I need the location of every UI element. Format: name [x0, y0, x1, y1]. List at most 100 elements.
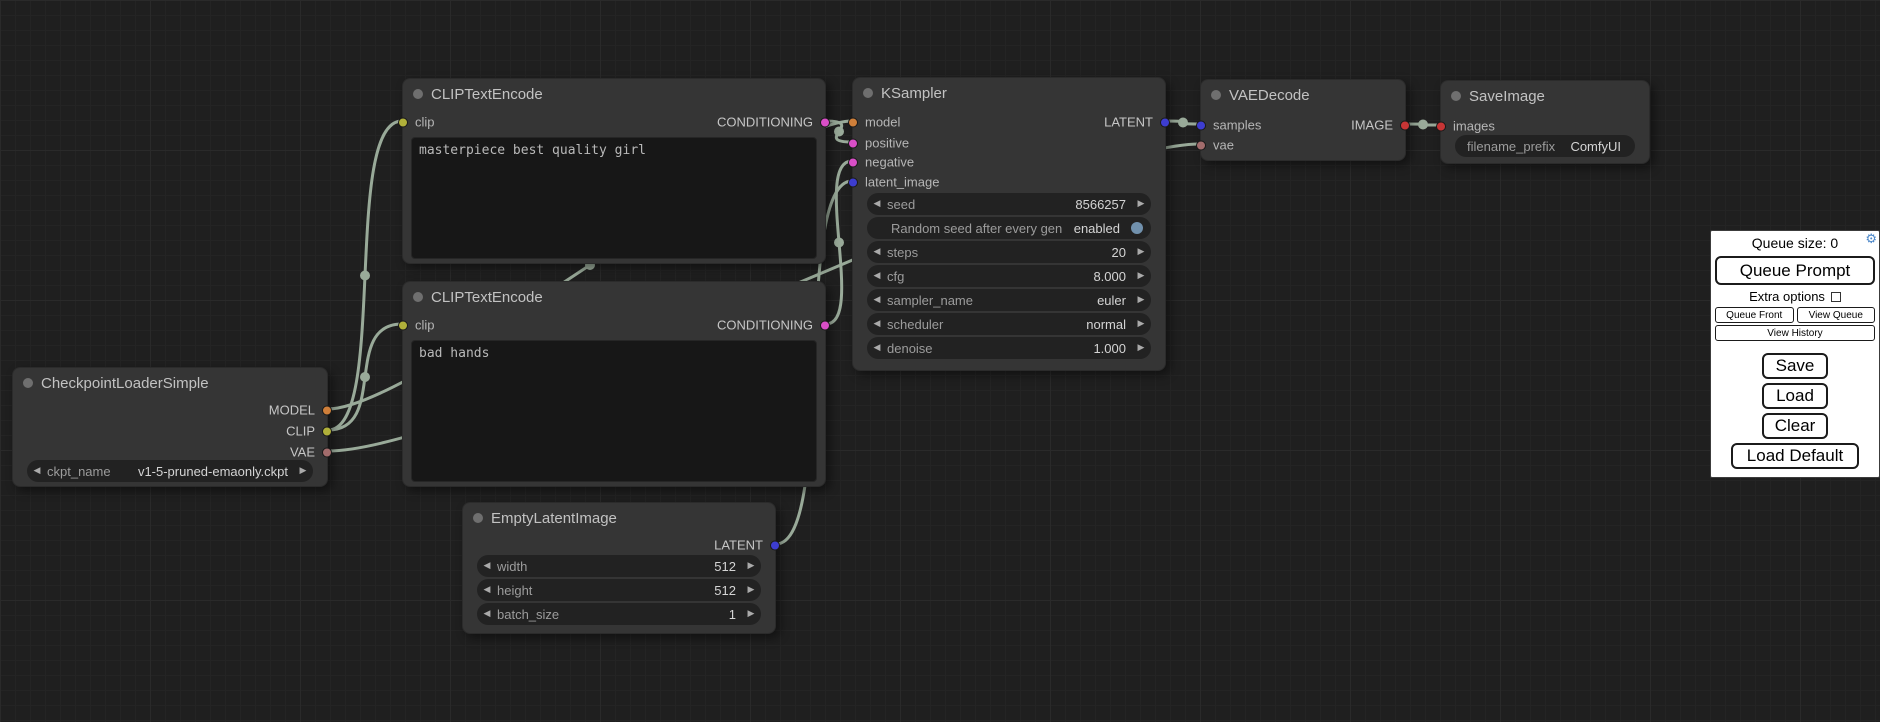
input-slot-positive[interactable]: positive [848, 136, 909, 151]
node-checkpoint-loader-simple[interactable]: CheckpointLoaderSimple MODEL CLIP VAE ◀ … [12, 367, 328, 487]
link-midpoint-dot[interactable] [834, 127, 844, 137]
view-queue-button[interactable]: View Queue [1797, 307, 1876, 323]
widget-cfg[interactable]: ◀ cfg 8.000 ▶ [867, 265, 1151, 287]
decrement-arrow-icon[interactable]: ◀ [477, 609, 497, 619]
input-slot-clip[interactable]: clip [398, 115, 435, 130]
output-slot-image[interactable]: IMAGE [1351, 118, 1410, 133]
node-title-bar[interactable]: CLIPTextEncode [403, 79, 825, 109]
increment-arrow-icon[interactable]: ▶ [741, 609, 761, 619]
input-slot-images[interactable]: images [1436, 119, 1495, 134]
collapse-dot-icon[interactable] [863, 88, 873, 98]
node-save-image[interactable]: SaveImage images filename_prefix ComfyUI [1440, 80, 1650, 164]
seed-toggle-icon[interactable] [1131, 222, 1143, 234]
widget-sampler-name[interactable]: ◀ sampler_name euler ▶ [867, 289, 1151, 311]
link-midpoint-dot[interactable] [1178, 118, 1188, 128]
input-slot-latent-image[interactable]: latent_image [848, 175, 939, 190]
widget-seed[interactable]: ◀ seed 8566257 ▶ [867, 193, 1151, 215]
decrement-arrow-icon[interactable]: ◀ [477, 561, 497, 571]
clip-input-dot[interactable] [398, 320, 408, 330]
conditioning-input-dot[interactable] [848, 157, 858, 167]
graph-canvas[interactable]: CheckpointLoaderSimple MODEL CLIP VAE ◀ … [0, 0, 1880, 722]
node-empty-latent-image[interactable]: EmptyLatentImage LATENT ◀ width 512 ▶ ◀ … [462, 502, 776, 634]
input-slot-clip[interactable]: clip [398, 318, 435, 333]
increment-arrow-icon[interactable]: ▶ [741, 585, 761, 595]
model-input-dot[interactable] [848, 117, 858, 127]
widget-batch-size[interactable]: ◀ batch_size 1 ▶ [477, 603, 761, 625]
settings-gear-icon[interactable]: ⚙ [1865, 233, 1877, 246]
queue-front-button[interactable]: Queue Front [1715, 307, 1794, 323]
node-ksampler[interactable]: KSampler model positive negative latent_… [852, 77, 1166, 371]
latent-output-dot[interactable] [770, 540, 780, 550]
prompt-textarea[interactable]: bad hands [411, 340, 817, 482]
decrement-arrow-icon[interactable]: ◀ [867, 271, 887, 281]
widget-filename-prefix[interactable]: filename_prefix ComfyUI [1455, 135, 1635, 157]
queue-prompt-button[interactable]: Queue Prompt [1715, 256, 1875, 285]
node-title-bar[interactable]: SaveImage [1441, 81, 1649, 111]
clear-button[interactable]: Clear [1762, 413, 1828, 439]
collapse-dot-icon[interactable] [1211, 90, 1221, 100]
collapse-dot-icon[interactable] [413, 292, 423, 302]
input-slot-vae[interactable]: vae [1196, 138, 1234, 153]
input-slot-samples[interactable]: samples [1196, 118, 1261, 133]
prompt-textarea[interactable]: masterpiece best quality girl [411, 137, 817, 259]
link-midpoint-dot[interactable] [834, 238, 844, 248]
node-title-bar[interactable]: CheckpointLoaderSimple [13, 368, 327, 398]
clip-input-dot[interactable] [398, 117, 408, 127]
increment-arrow-icon[interactable]: ▶ [1131, 199, 1151, 209]
collapse-dot-icon[interactable] [1451, 91, 1461, 101]
node-title-bar[interactable]: KSampler [853, 78, 1165, 108]
output-slot-model[interactable]: MODEL [269, 403, 332, 418]
increment-arrow-icon[interactable]: ▶ [1131, 343, 1151, 353]
output-slot-conditioning[interactable]: CONDITIONING [717, 115, 830, 130]
increment-arrow-icon[interactable]: ▶ [1131, 295, 1151, 305]
output-slot-latent[interactable]: LATENT [714, 538, 780, 553]
widget-height[interactable]: ◀ height 512 ▶ [477, 579, 761, 601]
input-slot-model[interactable]: model [848, 115, 900, 130]
view-history-button[interactable]: View History [1715, 325, 1875, 341]
extra-options-checkbox[interactable] [1831, 292, 1841, 302]
conditioning-output-dot[interactable] [820, 320, 830, 330]
decrement-arrow-icon[interactable]: ◀ [867, 343, 887, 353]
decrement-arrow-icon[interactable]: ◀ [27, 466, 47, 476]
collapse-dot-icon[interactable] [413, 89, 423, 99]
widget-denoise[interactable]: ◀ denoise 1.000 ▶ [867, 337, 1151, 359]
vae-input-dot[interactable] [1196, 140, 1206, 150]
node-title-bar[interactable]: EmptyLatentImage [463, 503, 775, 533]
save-button[interactable]: Save [1762, 353, 1828, 379]
decrement-arrow-icon[interactable]: ◀ [867, 295, 887, 305]
node-clip-text-encode-negative[interactable]: CLIPTextEncode clip CONDITIONING bad han… [402, 281, 826, 487]
widget-ckpt-name[interactable]: ◀ ckpt_name v1-5-pruned-emaonly.ckpt ▶ [27, 460, 313, 482]
decrement-arrow-icon[interactable]: ◀ [477, 585, 497, 595]
latent-input-dot[interactable] [1196, 120, 1206, 130]
decrement-arrow-icon[interactable]: ◀ [867, 319, 887, 329]
increment-arrow-icon[interactable]: ▶ [1131, 271, 1151, 281]
node-vae-decode[interactable]: VAEDecode samples vae IMAGE [1200, 79, 1406, 161]
vae-output-dot[interactable] [322, 447, 332, 457]
link-midpoint-dot[interactable] [360, 372, 370, 382]
decrement-arrow-icon[interactable]: ◀ [867, 199, 887, 209]
increment-arrow-icon[interactable]: ▶ [741, 561, 761, 571]
latent-output-dot[interactable] [1160, 117, 1170, 127]
input-slot-negative[interactable]: negative [848, 155, 914, 170]
widget-random-seed-toggle[interactable]: Random seed after every gen enabled [867, 217, 1151, 239]
increment-arrow-icon[interactable]: ▶ [293, 466, 313, 476]
decrement-arrow-icon[interactable]: ◀ [867, 247, 887, 257]
load-button[interactable]: Load [1762, 383, 1828, 409]
widget-width[interactable]: ◀ width 512 ▶ [477, 555, 761, 577]
latent-input-dot[interactable] [848, 177, 858, 187]
link-midpoint-dot[interactable] [1418, 120, 1428, 130]
node-title-bar[interactable]: VAEDecode [1201, 80, 1405, 110]
output-slot-conditioning[interactable]: CONDITIONING [717, 318, 830, 333]
node-title-bar[interactable]: CLIPTextEncode [403, 282, 825, 312]
node-clip-text-encode-positive[interactable]: CLIPTextEncode clip CONDITIONING masterp… [402, 78, 826, 264]
clip-output-dot[interactable] [322, 426, 332, 436]
output-slot-clip[interactable]: CLIP [286, 424, 332, 439]
image-output-dot[interactable] [1400, 120, 1410, 130]
increment-arrow-icon[interactable]: ▶ [1131, 247, 1151, 257]
collapse-dot-icon[interactable] [23, 378, 33, 388]
model-output-dot[interactable] [322, 405, 332, 415]
link-midpoint-dot[interactable] [360, 271, 370, 281]
conditioning-input-dot[interactable] [848, 138, 858, 148]
collapse-dot-icon[interactable] [473, 513, 483, 523]
conditioning-output-dot[interactable] [820, 117, 830, 127]
